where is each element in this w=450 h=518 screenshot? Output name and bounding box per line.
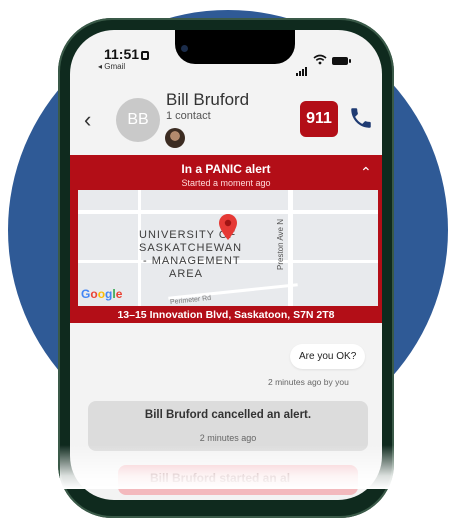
status-time: 11:51 bbox=[104, 46, 150, 62]
back-to-app-link[interactable]: ◂ Gmail bbox=[98, 62, 125, 71]
document-icon bbox=[141, 51, 150, 60]
contact-name: Bill Bruford bbox=[166, 90, 250, 109]
cancel-alert-title: Bill Bruford cancelled an alert. bbox=[144, 409, 312, 421]
map-street-label: Preston Ave N bbox=[276, 219, 285, 270]
camera-icon bbox=[181, 45, 188, 52]
wifi-icon bbox=[313, 54, 327, 68]
chevron-up-icon[interactable]: ⌃ bbox=[360, 164, 372, 181]
phone-icon[interactable] bbox=[348, 105, 374, 131]
emergency-911-button[interactable]: 911 bbox=[300, 101, 338, 137]
alert-subtitle: Started a moment ago bbox=[181, 178, 271, 188]
cancel-alert-time: 2 minutes ago bbox=[199, 433, 257, 443]
notch bbox=[175, 30, 295, 64]
google-logo: Google bbox=[81, 287, 123, 301]
signal-icon bbox=[296, 58, 308, 76]
battery-icon bbox=[332, 57, 351, 65]
avatar[interactable]: BB bbox=[116, 98, 160, 142]
alert-title: In a PANIC alert bbox=[181, 162, 271, 176]
contact-count: 1 contact bbox=[166, 110, 211, 122]
contact-photo[interactable] bbox=[165, 128, 185, 148]
start-alert-title: Bill Bruford started an al bbox=[150, 471, 291, 485]
message-meta: 2 minutes ago by you bbox=[268, 377, 349, 387]
map-pin-icon[interactable] bbox=[219, 214, 237, 240]
alert-address: 13–15 Innovation Blvd, Saskatoon, S7N 2T… bbox=[117, 309, 335, 321]
outgoing-message: Are you OK? bbox=[290, 344, 366, 369]
chevron-left-icon[interactable]: ‹ bbox=[84, 107, 91, 133]
map-road bbox=[288, 190, 293, 306]
